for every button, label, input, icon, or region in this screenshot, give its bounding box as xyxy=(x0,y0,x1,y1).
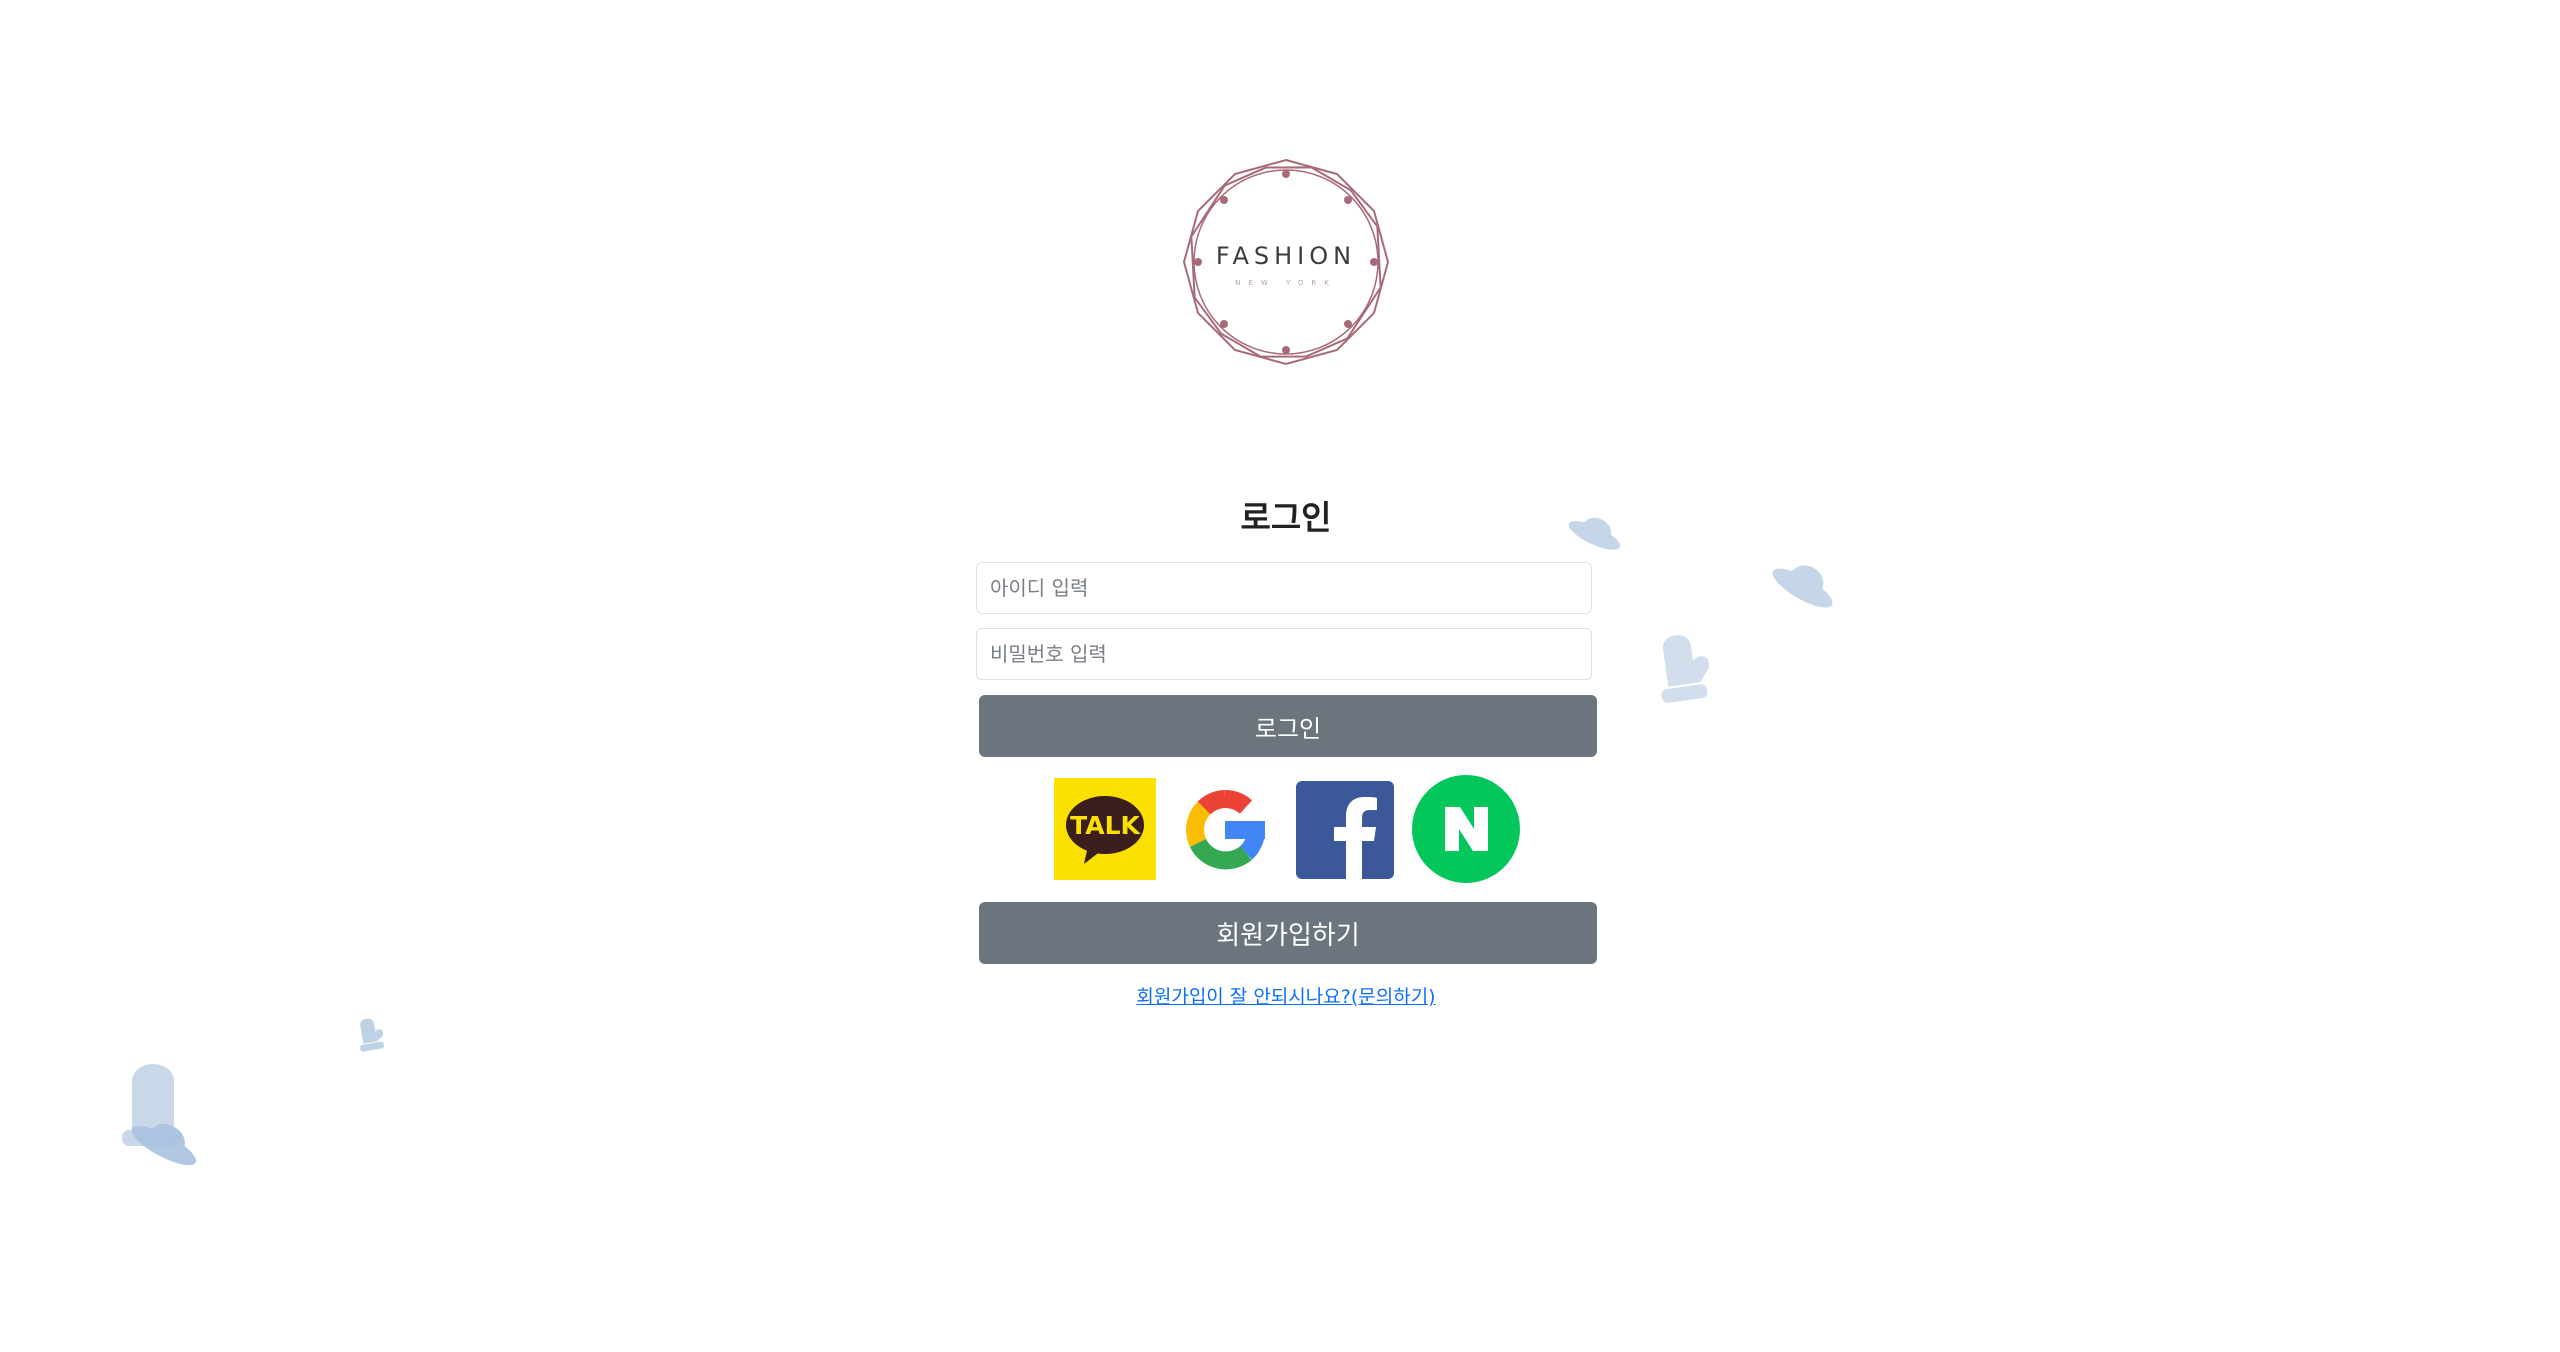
naver-icon xyxy=(1412,775,1520,883)
logo-brand-text: FASHION xyxy=(1215,242,1357,270)
mitten-icon xyxy=(360,1018,384,1052)
logo-sub-text: NEW YORK xyxy=(1235,279,1337,287)
signup-button[interactable]: 회원가입하기 xyxy=(979,902,1597,964)
page-title: 로그인 xyxy=(1240,498,1332,537)
kakao-talk-icon: TALK xyxy=(1054,778,1156,880)
hat-icon xyxy=(1772,565,1833,608)
google-login-button[interactable] xyxy=(1174,779,1276,881)
login-page: FASHION NEW YORK 로그인 로그인 TALK xyxy=(0,0,2560,1352)
facebook-icon xyxy=(1296,781,1394,879)
svg-text:TALK: TALK xyxy=(1070,811,1141,840)
password-input[interactable] xyxy=(976,628,1592,680)
signup-help-link[interactable]: 회원가입이 잘 안되시나요?(문의하기) xyxy=(1100,982,1472,1009)
naver-login-button[interactable] xyxy=(1412,775,1520,883)
hat-icon xyxy=(131,1123,197,1166)
kakao-login-button[interactable]: TALK xyxy=(1054,778,1156,880)
mitten-icon xyxy=(1661,635,1710,703)
fashion-logo: FASHION NEW YORK xyxy=(1180,156,1392,368)
id-input[interactable] xyxy=(976,562,1592,614)
facebook-login-button[interactable] xyxy=(1296,781,1394,879)
hat-icon xyxy=(1568,517,1621,550)
google-icon xyxy=(1186,790,1265,870)
login-button[interactable]: 로그인 xyxy=(979,695,1597,757)
